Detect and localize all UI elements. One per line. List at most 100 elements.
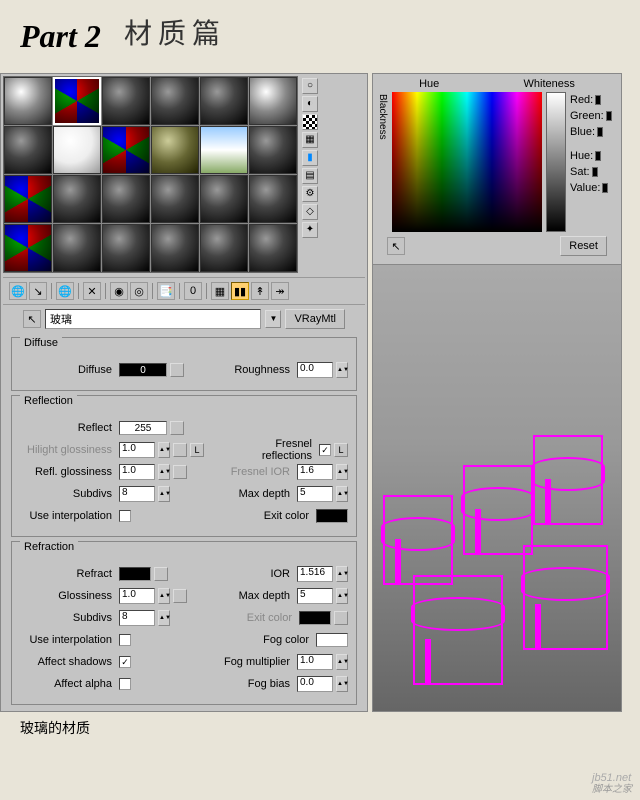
material-slot[interactable] <box>200 175 248 223</box>
spinner[interactable]: ▲▼ <box>158 486 170 502</box>
refract-swatch[interactable] <box>119 567 151 581</box>
material-slot[interactable] <box>102 77 150 125</box>
select-by-material-icon[interactable]: ◇ <box>302 204 318 220</box>
material-slot-grid[interactable] <box>3 76 298 273</box>
get-material-icon[interactable]: 🌐 <box>9 282 27 300</box>
material-slot-active[interactable] <box>53 77 101 125</box>
lock-button[interactable]: L <box>190 443 204 457</box>
fresnel-checkbox[interactable]: ✓ <box>319 444 331 456</box>
go-forward-icon[interactable]: ↠ <box>271 282 289 300</box>
map-slot-button[interactable] <box>170 421 184 435</box>
map-slot-button[interactable] <box>334 611 348 625</box>
subdivs-input[interactable]: 8 <box>119 486 155 502</box>
background-icon[interactable] <box>302 114 318 130</box>
fog-bias-input[interactable]: 0.0 <box>297 676 333 692</box>
pick-material-icon[interactable]: ↖ <box>23 310 41 328</box>
maxdepth-input[interactable]: 5 <box>297 486 333 502</box>
material-slot[interactable] <box>151 126 199 174</box>
material-map-nav-icon[interactable]: ✦ <box>302 222 318 238</box>
reflect-swatch[interactable]: 255 <box>119 421 167 435</box>
spinner[interactable]: ▲▼ <box>336 654 348 670</box>
roughness-input[interactable]: 0.0 <box>297 362 333 378</box>
material-slot[interactable] <box>249 224 297 272</box>
dropdown-arrow-icon[interactable]: ▼ <box>265 310 281 328</box>
spinner[interactable]: ▲▼ <box>336 588 348 604</box>
map-slot-button[interactable] <box>170 363 184 377</box>
put-to-scene-icon[interactable]: ↘ <box>29 282 47 300</box>
reset-map-icon[interactable]: ✕ <box>83 282 101 300</box>
diffuse-swatch[interactable]: 0 <box>119 363 167 377</box>
gloss-input[interactable]: 1.0 <box>119 588 155 604</box>
video-color-icon[interactable]: ▮ <box>302 150 318 166</box>
eyedropper-icon[interactable]: ↖ <box>387 237 405 255</box>
spinner[interactable]: ▲▼ <box>336 676 348 692</box>
material-slot[interactable] <box>4 175 52 223</box>
material-slot[interactable] <box>4 77 52 125</box>
map-slot-button[interactable] <box>154 567 168 581</box>
spinner[interactable]: ▲▼ <box>158 464 170 480</box>
go-parent-icon[interactable]: ↟ <box>251 282 269 300</box>
options-icon[interactable]: ⚙ <box>302 186 318 202</box>
material-slot[interactable] <box>102 175 150 223</box>
sample-uv-icon[interactable]: ▦ <box>302 132 318 148</box>
map-slot-button[interactable] <box>173 589 187 603</box>
make-copy-icon[interactable]: ◉ <box>110 282 128 300</box>
hilight-gloss-input[interactable]: 1.0 <box>119 442 155 458</box>
material-slot[interactable] <box>249 126 297 174</box>
whiteness-slider[interactable] <box>546 92 566 232</box>
refl-gloss-input[interactable]: 1.0 <box>119 464 155 480</box>
material-slot[interactable] <box>200 77 248 125</box>
maxdepth-input[interactable]: 5 <box>297 588 333 604</box>
sample-type-icon[interactable]: ○ <box>302 78 318 94</box>
spinner[interactable]: ▲▼ <box>336 464 348 480</box>
material-slot[interactable] <box>151 175 199 223</box>
spinner[interactable]: ▲▼ <box>158 610 170 626</box>
lock-button[interactable]: L <box>334 443 348 457</box>
shadows-checkbox[interactable]: ✓ <box>119 656 131 668</box>
interp-checkbox[interactable] <box>119 510 131 522</box>
fresnel-ior-input[interactable]: 1.6 <box>297 464 333 480</box>
material-slot[interactable] <box>200 224 248 272</box>
material-slot[interactable] <box>151 224 199 272</box>
material-name-dropdown[interactable]: 玻璃 <box>45 309 261 329</box>
put-to-library-icon[interactable]: 📑 <box>157 282 175 300</box>
fog-mult-input[interactable]: 1.0 <box>297 654 333 670</box>
alpha-checkbox[interactable] <box>119 678 131 690</box>
material-slot[interactable] <box>102 126 150 174</box>
make-preview-icon[interactable]: ▤ <box>302 168 318 184</box>
interp-checkbox[interactable] <box>119 634 131 646</box>
spinner[interactable]: ▲▼ <box>336 566 348 582</box>
make-unique-icon[interactable]: ◎ <box>130 282 148 300</box>
backlight-icon[interactable]: ◐ <box>302 96 318 112</box>
reset-button[interactable]: Reset <box>560 236 607 256</box>
assign-to-selection-icon[interactable]: 🌐 <box>56 282 74 300</box>
subdivs-input[interactable]: 8 <box>119 610 155 626</box>
material-slot[interactable] <box>151 77 199 125</box>
ior-input[interactable]: 1.516 <box>297 566 333 582</box>
viewport-3d[interactable] <box>373 265 621 711</box>
show-map-icon[interactable]: ▦ <box>211 282 229 300</box>
fog-color-swatch[interactable] <box>316 633 348 647</box>
material-slot[interactable] <box>102 224 150 272</box>
spinner[interactable]: ▲▼ <box>336 486 348 502</box>
material-slot[interactable] <box>249 77 297 125</box>
material-slot[interactable] <box>4 224 52 272</box>
material-slot[interactable] <box>249 175 297 223</box>
material-slot[interactable] <box>200 126 248 174</box>
exit-color-swatch[interactable] <box>299 611 331 625</box>
spinner[interactable]: ▲▼ <box>158 588 170 604</box>
material-id-icon[interactable]: 0 <box>184 282 202 300</box>
material-slot[interactable] <box>53 175 101 223</box>
material-slot[interactable] <box>4 126 52 174</box>
spinner[interactable]: ▲▼ <box>336 362 348 378</box>
material-editor: ○ ◐ ▦ ▮ ▤ ⚙ ◇ ✦ 🌐 ↘ 🌐 ✕ ◉ ◎ 📑 0 ▦ ▮▮ ↟ ↠… <box>0 73 368 712</box>
material-type-button[interactable]: VRayMtl <box>285 309 345 329</box>
show-end-result-icon[interactable]: ▮▮ <box>231 282 249 300</box>
material-slot[interactable] <box>53 224 101 272</box>
exit-color-swatch[interactable] <box>316 509 348 523</box>
spinner[interactable]: ▲▼ <box>158 442 170 458</box>
material-slot[interactable] <box>53 126 101 174</box>
map-slot-button[interactable] <box>173 443 187 457</box>
map-slot-button[interactable] <box>173 465 187 479</box>
hue-field[interactable] <box>392 92 542 232</box>
